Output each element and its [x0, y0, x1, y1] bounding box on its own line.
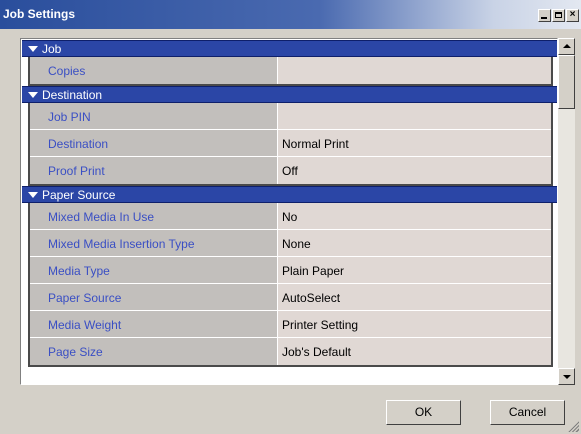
property-row-page-size[interactable]: Page Size Job's Default — [30, 338, 551, 365]
collapse-arrow-icon[interactable] — [28, 46, 38, 52]
property-value[interactable]: Job's Default — [277, 338, 551, 365]
section-rows: Copies — [28, 57, 553, 86]
property-name: Mixed Media In Use — [30, 203, 277, 229]
maximize-button[interactable] — [552, 9, 565, 22]
section-job: Job Copies — [22, 40, 557, 86]
property-name: Page Size — [30, 338, 277, 365]
section-header-job[interactable]: Job — [22, 40, 557, 57]
property-value[interactable]: Off — [277, 157, 551, 184]
cancel-button[interactable]: Cancel — [490, 400, 565, 425]
close-button[interactable]: × — [566, 9, 579, 22]
property-name: Destination — [30, 130, 277, 156]
property-value[interactable]: Plain Paper — [277, 257, 551, 283]
vertical-scrollbar[interactable] — [558, 38, 575, 385]
section-header-paper-source[interactable]: Paper Source — [22, 186, 557, 203]
arrow-down-icon — [563, 375, 571, 379]
section-rows: Mixed Media In Use No Mixed Media Insert… — [28, 203, 553, 367]
property-row-paper-source[interactable]: Paper Source AutoSelect — [30, 284, 551, 311]
property-grid: Job Copies Destination Job PIN Destinati… — [20, 38, 558, 385]
property-name: Paper Source — [30, 284, 277, 310]
close-icon: × — [569, 9, 576, 20]
property-name: Media Weight — [30, 311, 277, 337]
title-bar[interactable]: Job Settings × — [0, 0, 581, 29]
property-grid-content: Job Copies Destination Job PIN Destinati… — [22, 40, 557, 384]
window-title: Job Settings — [3, 7, 76, 21]
property-row-media-weight[interactable]: Media Weight Printer Setting — [30, 311, 551, 338]
property-name: Media Type — [30, 257, 277, 283]
section-header-destination[interactable]: Destination — [22, 86, 557, 103]
property-row-proof-print[interactable]: Proof Print Off — [30, 157, 551, 184]
minimize-button[interactable] — [538, 9, 551, 22]
collapse-arrow-icon[interactable] — [28, 92, 38, 98]
property-name: Job PIN — [30, 103, 277, 129]
section-header-label: Destination — [42, 88, 103, 102]
property-row-destination[interactable]: Destination Normal Print — [30, 130, 551, 157]
property-name: Proof Print — [30, 157, 277, 184]
scroll-down-button[interactable] — [558, 368, 575, 385]
property-row-copies[interactable]: Copies — [30, 57, 551, 84]
scroll-thumb[interactable] — [558, 55, 575, 109]
maximize-icon — [555, 12, 562, 18]
section-header-label: Job — [42, 42, 62, 56]
section-paper-source: Paper Source Mixed Media In Use No Mixed… — [22, 186, 557, 367]
section-rows: Job PIN Destination Normal Print Proof P… — [28, 103, 553, 186]
property-value[interactable]: Printer Setting — [277, 311, 551, 337]
property-value[interactable]: None — [277, 230, 551, 256]
property-value[interactable] — [277, 103, 551, 129]
property-value[interactable]: No — [277, 203, 551, 229]
property-value[interactable] — [277, 57, 551, 84]
property-value[interactable]: Normal Print — [277, 130, 551, 156]
resize-grip-icon[interactable] — [567, 420, 579, 432]
section-header-label: Paper Source — [42, 188, 116, 202]
ok-button[interactable]: OK — [386, 400, 461, 425]
arrow-up-icon — [563, 44, 571, 48]
scroll-up-button[interactable] — [558, 38, 575, 55]
property-row-job-pin[interactable]: Job PIN — [30, 103, 551, 130]
property-name: Mixed Media Insertion Type — [30, 230, 277, 256]
property-row-media-type[interactable]: Media Type Plain Paper — [30, 257, 551, 284]
collapse-arrow-icon[interactable] — [28, 192, 38, 198]
job-settings-dialog: Job Settings × Job Copies Destination Jo… — [0, 0, 581, 434]
property-row-mixed-media-insertion-type[interactable]: Mixed Media Insertion Type None — [30, 230, 551, 257]
section-destination: Destination Job PIN Destination Normal P… — [22, 86, 557, 186]
property-value[interactable]: AutoSelect — [277, 284, 551, 310]
minimize-icon — [541, 17, 547, 19]
property-row-mixed-media-in-use[interactable]: Mixed Media In Use No — [30, 203, 551, 230]
property-name: Copies — [30, 57, 277, 84]
